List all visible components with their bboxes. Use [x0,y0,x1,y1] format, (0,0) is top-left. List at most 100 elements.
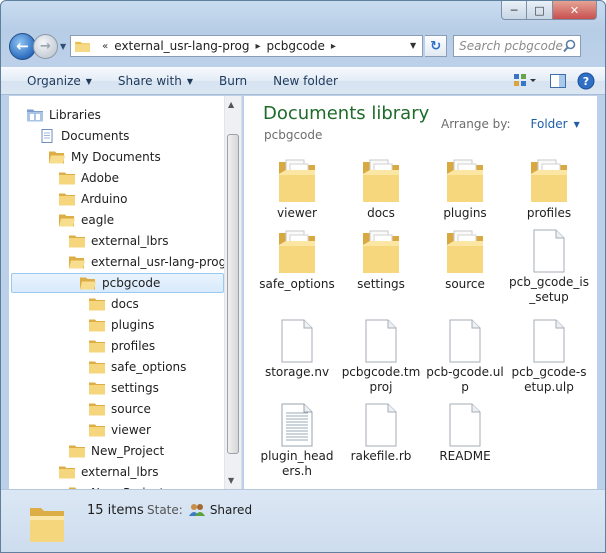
folder-icon [89,298,105,311]
file-item[interactable]: docs [341,156,421,221]
breadcrumb-separator-icon[interactable]: ▸ [256,41,261,52]
share-with-menu-button[interactable]: Share with ▼ [118,74,193,88]
tree-item-label: New_Project [91,444,165,458]
folder-icon [89,382,105,395]
folder-with-content-icon [531,159,567,202]
file-item[interactable]: profiles [509,156,589,221]
folder-icon [89,403,105,416]
change-view-icon[interactable] [513,72,539,90]
scrollbar-thumb[interactable] [227,134,239,454]
new-folder-button[interactable]: New folder [273,74,338,88]
maximize-button[interactable]: □ [527,1,553,20]
file-item[interactable]: viewer [257,156,337,221]
file-name: viewer [277,206,317,220]
tree-item[interactable]: eagle [59,210,114,230]
file-name: storage.nv [264,365,330,379]
breadcrumb-separator-icon[interactable]: ▸ [331,41,336,52]
burn-button[interactable]: Burn [219,74,247,88]
back-arrow-icon: ← [16,37,29,55]
file-item[interactable]: pcbgcode.tmproj [341,317,421,395]
new-folder-label: New folder [273,74,338,88]
file-item[interactable]: rakefile.rb [341,401,421,464]
tree-item-label: source [111,402,151,416]
refresh-button[interactable]: ↻ [425,35,448,57]
tree-item[interactable]: external_usr-lang-prog [69,252,226,272]
arrange-by-label: Arrange by: [441,117,511,131]
tree-item[interactable]: Documents [39,126,129,146]
navigation-pane: Libraries Documents My Documents Adobe Ardui… [9,96,242,489]
tree-item[interactable]: My Documents [49,147,161,167]
arrange-by-dropdown[interactable]: Folder [531,117,568,131]
forward-button[interactable]: → [33,33,58,59]
back-button[interactable]: ← [9,32,36,60]
file-item[interactable]: README [425,401,505,464]
libraries-icon [27,109,43,122]
file-item[interactable]: pcb-gcode.ulp [425,317,505,395]
tree-item[interactable]: source [89,399,151,419]
file-icon [533,319,565,363]
folder-open-icon [69,256,85,269]
organize-menu-button[interactable]: Organize ▼ [27,74,92,88]
tree-item[interactable]: docs [89,294,139,314]
search-placeholder: Search pcbgcode [459,39,563,53]
file-item[interactable]: pcb_gcode_is_setup [509,227,589,305]
tree-item[interactable]: profiles [89,336,155,356]
state-value: Shared [209,503,253,517]
file-item[interactable]: source [425,227,505,292]
search-input[interactable]: Search pcbgcode [453,35,582,57]
tree-item[interactable]: pcbgcode [11,273,224,293]
tree-item[interactable]: New_Project [69,441,164,461]
tree-item[interactable]: external_lbrs [69,231,169,251]
scroll-down-icon[interactable]: ▼ [228,476,234,485]
address-bar[interactable]: « external_usr-lang-prog ▸ pcbgcode ▸ ▼ [70,35,424,57]
burn-label: Burn [218,74,248,88]
tree-item[interactable]: safe_options [89,357,186,377]
minimize-button[interactable]: ─ [501,1,527,20]
breadcrumb-pcbgcode[interactable]: pcbgcode [267,39,325,53]
folder-open-icon [80,277,96,290]
tree-item[interactable]: Adobe [59,168,119,188]
help-icon[interactable]: ? [577,72,595,90]
file-name: pcb-gcode.ulp [426,365,504,394]
tree-item[interactable]: plugins [89,315,154,335]
file-icon [365,319,397,363]
explorer-window: ─ □ ✕ ← → ▼ « external_usr-lang-prog ▸ p… [0,0,606,553]
tree-item-label: Adobe [81,171,119,185]
folder-icon [59,193,75,206]
file-name: README [439,449,491,463]
preview-pane-icon[interactable] [549,72,567,90]
folder-with-content-icon [447,159,483,202]
file-name: source [445,277,485,291]
organize-label: Organize [27,74,81,88]
navigation-scrollbar[interactable]: ▲ ▼ [224,96,241,489]
text-file-icon [281,403,313,447]
share-with-label: Share with [117,74,182,88]
file-item[interactable]: settings [341,227,421,292]
chevron-down-icon[interactable]: ▼ [574,120,580,129]
file-item[interactable]: safe_options [257,227,337,292]
tree-item[interactable]: Libraries [27,105,101,125]
tree-item[interactable]: settings [89,378,159,398]
file-icon [281,319,313,363]
file-icon [449,403,481,447]
tree-item[interactable]: Arduino [59,189,127,209]
recent-pages-button[interactable]: ▼ [60,42,66,51]
tree-item-label: Libraries [49,108,101,122]
address-dropdown-button[interactable]: ▼ [410,41,416,50]
file-name: safe_options [259,277,335,291]
file-item[interactable]: plugins [425,156,505,221]
breadcrumb-external-usr-lang-prog[interactable]: external_usr-lang-prog [114,39,249,53]
close-icon: ✕ [569,3,580,17]
file-item[interactable]: plugin_headers.h [257,401,337,479]
tree-item[interactable]: viewer [89,420,151,440]
search-icon [563,39,576,53]
folder-icon [89,319,105,332]
file-item[interactable]: pcb_gcode-setup.ulp [509,317,589,395]
scroll-up-icon[interactable]: ▲ [228,100,234,109]
close-button[interactable]: ✕ [553,1,597,20]
file-item[interactable]: storage.nv [257,317,337,380]
address-overflow-button[interactable]: « [102,41,108,52]
share-state: State: Shared [147,503,252,517]
tree-item[interactable]: external_lbrs [59,462,159,482]
refresh-icon: ↻ [430,38,442,54]
